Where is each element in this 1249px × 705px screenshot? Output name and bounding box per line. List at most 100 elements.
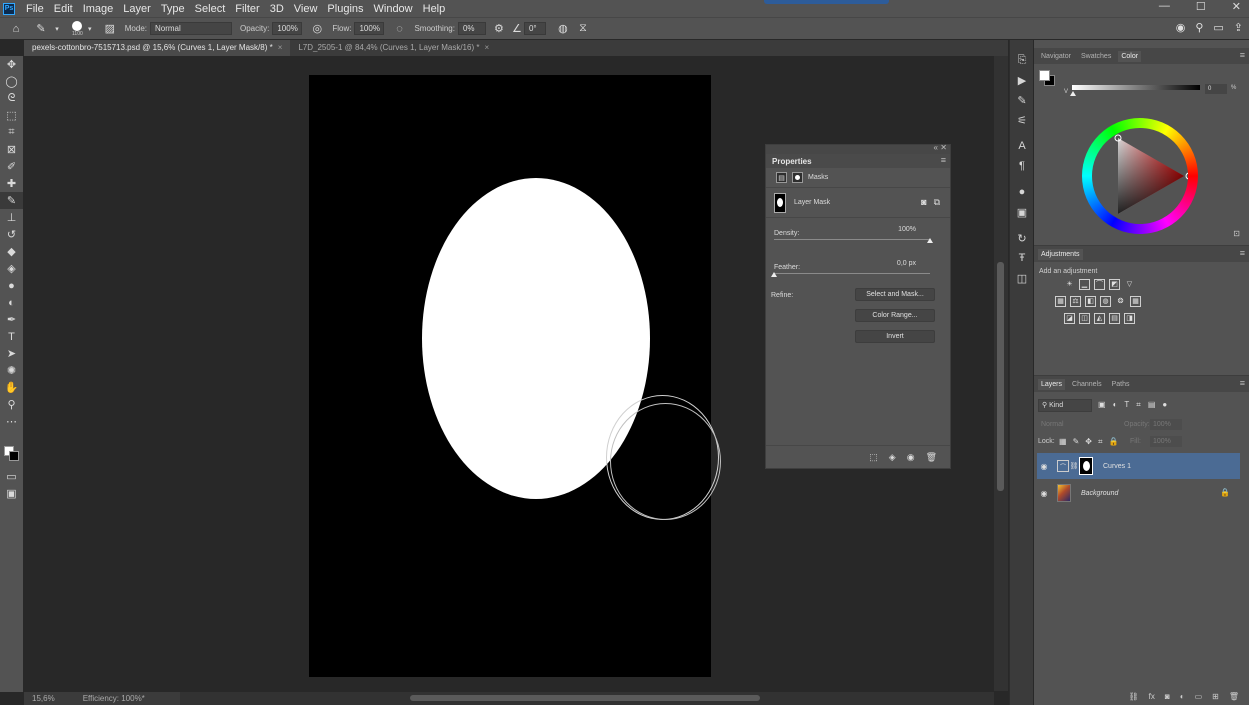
layer-thumbnail[interactable] bbox=[1057, 484, 1071, 502]
tab-layers[interactable]: Layers bbox=[1038, 378, 1066, 390]
minimize-button[interactable]: — bbox=[1159, 0, 1170, 13]
pixel-mask-icon[interactable]: ◙ bbox=[921, 197, 926, 208]
airbrush-icon[interactable]: ◌ bbox=[392, 22, 406, 36]
menu-help[interactable]: Help bbox=[418, 3, 451, 15]
tab-adjustments[interactable]: Adjustments bbox=[1038, 248, 1083, 260]
layer-mask-thumbnail[interactable] bbox=[1079, 457, 1093, 475]
vibrance-icon[interactable]: ▽ bbox=[1124, 279, 1135, 290]
sliders-icon[interactable]: ⚟ bbox=[1010, 110, 1034, 130]
add-mask-icon[interactable]: ◙ bbox=[1165, 692, 1170, 701]
value-slider[interactable] bbox=[1072, 85, 1200, 90]
pressure-size-icon[interactable]: ◍ bbox=[556, 22, 570, 36]
new-group-icon[interactable]: ▭ bbox=[1195, 692, 1203, 701]
color-balance-icon[interactable]: ⚖ bbox=[1070, 296, 1081, 307]
hue-saturation-icon[interactable]: ▦ bbox=[1055, 296, 1066, 307]
close-icon[interactable]: ✕ bbox=[940, 143, 947, 152]
tab-pexels-document[interactable]: pexels-cottonbro-7515713.psd @ 15,6% (Cu… bbox=[24, 40, 291, 56]
load-selection-icon[interactable]: ⬚ bbox=[869, 452, 878, 463]
tab-color[interactable]: Color bbox=[1118, 50, 1142, 62]
healing-brush-icon[interactable]: ✚ bbox=[0, 175, 23, 192]
trash-icon[interactable]: 🗑 bbox=[926, 452, 937, 463]
plugin-icon[interactable]: Ŧ bbox=[1010, 248, 1034, 268]
hand-tool-icon[interactable]: ✋ bbox=[0, 379, 23, 396]
channel-mixer-icon[interactable]: ❂ bbox=[1115, 296, 1126, 307]
brightness-icon[interactable]: ☀ bbox=[1064, 279, 1075, 290]
menu-edit[interactable]: Edit bbox=[49, 3, 78, 15]
pressure-opacity-icon[interactable]: ◎ bbox=[310, 22, 324, 36]
play-icon[interactable]: ▶ bbox=[1010, 70, 1034, 90]
panel-menu-icon[interactable]: ≡ bbox=[1240, 50, 1245, 60]
mask-properties-icon[interactable] bbox=[792, 172, 803, 183]
background-color-swatch[interactable] bbox=[9, 451, 19, 461]
select-and-mask-button[interactable]: Select and Mask... bbox=[855, 288, 935, 301]
tab-l7d-document[interactable]: L7D_2505-1 @ 84,4% (Curves 1, Layer Mask… bbox=[290, 40, 497, 56]
screen-mode-icon[interactable]: ▣ bbox=[0, 485, 23, 502]
object-selection-icon[interactable]: ⬚ bbox=[0, 107, 23, 124]
export-icon[interactable]: ⇪ bbox=[1234, 21, 1243, 34]
smoothing-field[interactable]: 0% bbox=[457, 22, 486, 35]
more-tools-icon[interactable]: ⋯ bbox=[0, 413, 23, 430]
crop-tool-icon[interactable]: ⌗ bbox=[0, 124, 23, 141]
document-canvas[interactable] bbox=[309, 75, 711, 677]
new-layer-icon[interactable]: ⊞ bbox=[1212, 692, 1219, 701]
menu-3d[interactable]: 3D bbox=[265, 3, 289, 15]
new-adjustment-icon[interactable]: ◐ bbox=[1180, 692, 1185, 701]
tab-navigator[interactable]: Navigator bbox=[1038, 51, 1074, 62]
brush-tool-preset-icon[interactable]: ✎ bbox=[34, 22, 48, 36]
history-icon[interactable]: ⎘ bbox=[1010, 50, 1034, 70]
feather-value[interactable]: 0,0 px bbox=[897, 260, 916, 267]
vertical-scrollbar[interactable] bbox=[994, 56, 1008, 691]
character-icon[interactable]: A bbox=[1010, 136, 1034, 156]
layer-name[interactable]: Curves 1 bbox=[1103, 463, 1131, 470]
tab-swatches[interactable]: Swatches bbox=[1078, 51, 1114, 62]
paragraph-icon[interactable]: ¶ bbox=[1010, 156, 1034, 176]
selective-color-icon[interactable]: ◨ bbox=[1124, 313, 1135, 324]
frame-tool-icon[interactable]: ⊠ bbox=[0, 141, 23, 158]
path-selection-icon[interactable]: ➤ bbox=[0, 345, 23, 362]
layer-row-curves[interactable]: ◉ ⌒ ⛓ Curves 1 bbox=[1037, 453, 1240, 479]
scroll-thumb[interactable] bbox=[410, 695, 760, 701]
value-field[interactable]: 0 bbox=[1205, 84, 1227, 94]
eyedropper-icon[interactable]: ✐ bbox=[0, 158, 23, 175]
paint-bucket-icon[interactable]: ◈ bbox=[0, 260, 23, 277]
type-tool-icon[interactable]: T bbox=[0, 328, 23, 345]
invert-adjustment-icon[interactable]: ◪ bbox=[1064, 313, 1075, 324]
menu-layer[interactable]: Layer bbox=[118, 3, 156, 15]
opacity-field[interactable]: 100% bbox=[272, 22, 303, 35]
fill-field[interactable]: 100% bbox=[1150, 436, 1182, 447]
dodge-tool-icon[interactable]: ◐ bbox=[0, 294, 23, 311]
layer-filter-select[interactable]: ⚲ Kind bbox=[1038, 399, 1092, 412]
zoom-level[interactable]: 15,6% bbox=[32, 692, 55, 705]
apply-mask-icon[interactable]: ◈ bbox=[889, 452, 896, 463]
layer-style-icon[interactable]: fx bbox=[1149, 692, 1155, 701]
lasso-marquee-icon[interactable]: ◯ bbox=[0, 73, 23, 90]
brush-tool-icon[interactable]: ✎ bbox=[0, 192, 23, 209]
eye-icon[interactable]: ◉ bbox=[1037, 489, 1051, 498]
curves-icon[interactable]: ⌒ bbox=[1094, 279, 1105, 290]
history-brush-icon[interactable]: ↺ bbox=[0, 226, 23, 243]
collapse-icon[interactable]: « bbox=[934, 143, 938, 152]
trash-icon[interactable]: 🗑 bbox=[1229, 692, 1239, 701]
tab-channels[interactable]: Channels bbox=[1069, 379, 1105, 390]
value-slider-knob[interactable] bbox=[1070, 91, 1076, 96]
menu-view[interactable]: View bbox=[289, 3, 323, 15]
type-filter-icon[interactable]: T bbox=[1124, 400, 1129, 410]
color-wheel-icon[interactable]: ● bbox=[1010, 182, 1034, 202]
lasso-tool-icon[interactable]: ᘓ bbox=[0, 90, 23, 107]
chevron-down-icon[interactable]: ▾ bbox=[83, 22, 97, 36]
vector-mask-icon[interactable]: ⧉ bbox=[934, 197, 940, 208]
quick-mask-icon[interactable]: ▭ bbox=[0, 468, 23, 485]
posterize-icon[interactable]: ◫ bbox=[1079, 313, 1090, 324]
home-icon[interactable]: ⌂ bbox=[9, 22, 23, 36]
exposure-icon[interactable]: ◩ bbox=[1109, 279, 1120, 290]
shape-tool-icon[interactable]: ✺ bbox=[0, 362, 23, 379]
flow-field[interactable]: 100% bbox=[354, 22, 385, 35]
clone-stamp-icon[interactable]: ⊥ bbox=[0, 209, 23, 226]
adjustment-properties-icon[interactable]: ▤ bbox=[776, 172, 787, 183]
feather-knob[interactable] bbox=[771, 272, 777, 277]
menu-plugins[interactable]: Plugins bbox=[322, 3, 368, 15]
shape-filter-icon[interactable]: ⌗ bbox=[1136, 400, 1141, 410]
maximize-button[interactable]: ☐ bbox=[1196, 0, 1206, 13]
density-track[interactable] bbox=[774, 239, 930, 240]
tab-close-icon[interactable]: × bbox=[484, 43, 489, 52]
